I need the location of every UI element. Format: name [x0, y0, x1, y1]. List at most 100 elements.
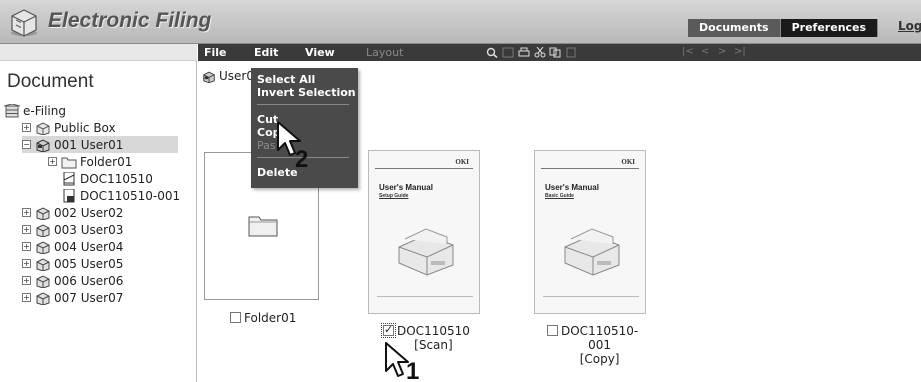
app-header: Electronic Filing Documents Preferences … — [0, 0, 921, 44]
document-thumbnail[interactable]: OKI User's Manual Basic Guide — [534, 150, 646, 314]
document-thumbnail[interactable]: OKI User's Manual Setup Guide — [368, 150, 480, 314]
menu-item-delete[interactable]: Delete — [257, 166, 298, 179]
cabinet-logo-icon — [11, 9, 37, 37]
printer-image — [398, 228, 454, 276]
expand-icon[interactable]: + — [22, 293, 31, 302]
tree-item-label: 004 User04 — [54, 239, 124, 254]
tab-preferences[interactable]: Preferences — [780, 19, 879, 37]
menu-item-paste: Pas — [257, 139, 276, 152]
tree-item-public-box[interactable]: + Public Box — [22, 119, 116, 136]
divider — [541, 168, 639, 169]
tree-item-label: 003 User03 — [54, 222, 124, 237]
sidebar-title: Document — [7, 71, 94, 92]
breadcrumb: User0 — [202, 69, 254, 83]
guide-title: Setup Guide — [379, 193, 409, 199]
header-tabs: Documents Preferences — [688, 19, 879, 37]
user-box-icon — [36, 206, 50, 220]
print-icon[interactable] — [518, 47, 530, 58]
page-footer — [377, 296, 473, 302]
prev-page-icon: < — [701, 46, 710, 57]
step-number: 1 — [406, 358, 420, 382]
user-box-icon — [36, 274, 50, 288]
user-box-icon — [36, 291, 50, 305]
menu-bar: File Edit View Layout |< < > >| — [198, 44, 921, 61]
expand-icon[interactable]: + — [22, 123, 31, 132]
expand-icon[interactable]: + — [48, 157, 57, 166]
tree-item-label: 007 User07 — [54, 290, 124, 305]
checkbox[interactable] — [547, 325, 558, 336]
item-label: DOC110510- — [561, 324, 639, 338]
copy-doc-icon — [63, 188, 75, 202]
tree-item-label: Public Box — [54, 120, 116, 135]
item-folder01: Folder01 — [230, 311, 296, 325]
expand-icon[interactable]: + — [22, 242, 31, 251]
cut-icon[interactable] — [534, 47, 546, 58]
paste-icon — [566, 47, 576, 58]
breadcrumb-label: User0 — [219, 69, 254, 83]
item-type: [Copy] — [579, 352, 620, 366]
user-box-icon — [203, 71, 215, 83]
menu-edit[interactable]: Edit — [254, 46, 278, 59]
user-box-icon — [36, 138, 50, 152]
tree-item-user04[interactable]: + 004 User04 — [22, 238, 123, 255]
scan-doc-icon — [63, 171, 75, 185]
app-title: Electronic Filing — [48, 9, 212, 32]
expand-icon[interactable]: + — [22, 259, 31, 268]
next-page-icon: > — [718, 46, 727, 57]
tree-item-user07[interactable]: + 007 User07 — [22, 289, 123, 306]
sidebar-strip — [0, 44, 197, 61]
expand-icon[interactable]: + — [22, 225, 31, 234]
expand-icon[interactable]: + — [22, 208, 31, 217]
step-number: 2 — [295, 146, 309, 173]
folder-icon — [61, 157, 77, 168]
item-text: DOC110510- 001 [Copy] — [561, 324, 638, 366]
tree-item-user05[interactable]: + 005 User05 — [22, 255, 123, 272]
guide-title: Basic Guide — [545, 193, 574, 199]
page-footer — [543, 296, 639, 302]
copy-icon[interactable] — [549, 47, 561, 58]
printer-image — [564, 228, 620, 276]
public-box-icon — [36, 121, 50, 135]
menu-item-cut[interactable]: Cut — [257, 113, 278, 126]
menu-file[interactable]: File — [204, 46, 227, 59]
brand-logo: OKI — [455, 158, 469, 166]
item-doc110510-001: DOC110510- 001 [Copy] — [547, 324, 638, 366]
tree-item-label: e-Filing — [23, 103, 66, 118]
tree-item-label: 001 User01 — [54, 137, 124, 152]
collapse-icon[interactable]: − — [22, 140, 31, 149]
manual-title: User's Manual — [545, 183, 599, 192]
cabinet-icon — [4, 103, 20, 117]
user-box-icon — [36, 257, 50, 271]
divider — [375, 168, 473, 169]
tree-item-label: 006 User06 — [54, 273, 124, 288]
tree-item-label: 002 User02 — [54, 205, 124, 220]
user-box-icon — [36, 223, 50, 237]
tree-item-user02[interactable]: + 002 User02 — [22, 204, 123, 221]
item-label: Folder01 — [244, 311, 297, 325]
first-page-icon: |< — [682, 46, 694, 57]
tree-item-folder01[interactable]: + Folder01 — [48, 153, 132, 170]
tree-item-doc110510[interactable]: DOC110510 — [61, 170, 153, 187]
tree-item-user06[interactable]: + 006 User06 — [22, 272, 123, 289]
search-icon[interactable] — [486, 47, 498, 58]
checkbox[interactable] — [230, 312, 241, 323]
menu-view[interactable]: View — [305, 46, 335, 59]
tree-item-label: Folder01 — [80, 154, 133, 169]
tree-item-doc110510-001[interactable]: DOC110510-001 — [61, 187, 180, 204]
manual-title: User's Manual — [379, 183, 433, 192]
tree-item-label: DOC110510-001 — [80, 188, 181, 203]
tree-item-efiling[interactable]: e-Filing — [4, 102, 66, 119]
tree-item-user03[interactable]: + 003 User03 — [22, 221, 123, 238]
brand-logo: OKI — [621, 158, 635, 166]
menu-item-invert-selection[interactable]: Invert Selection — [257, 86, 356, 99]
last-page-icon: >| — [734, 46, 746, 57]
login-link[interactable]: Logi — [898, 19, 921, 33]
item-label: DOC110510 — [397, 324, 470, 338]
tree-item-label: 005 User05 — [54, 256, 124, 271]
folder-icon — [248, 216, 278, 237]
checkbox[interactable] — [381, 323, 396, 338]
menu-item-select-all[interactable]: Select All — [257, 73, 315, 86]
tab-documents[interactable]: Documents — [688, 19, 781, 37]
tree-item-user01[interactable]: − 001 User01 — [22, 136, 178, 153]
expand-icon[interactable]: + — [22, 276, 31, 285]
